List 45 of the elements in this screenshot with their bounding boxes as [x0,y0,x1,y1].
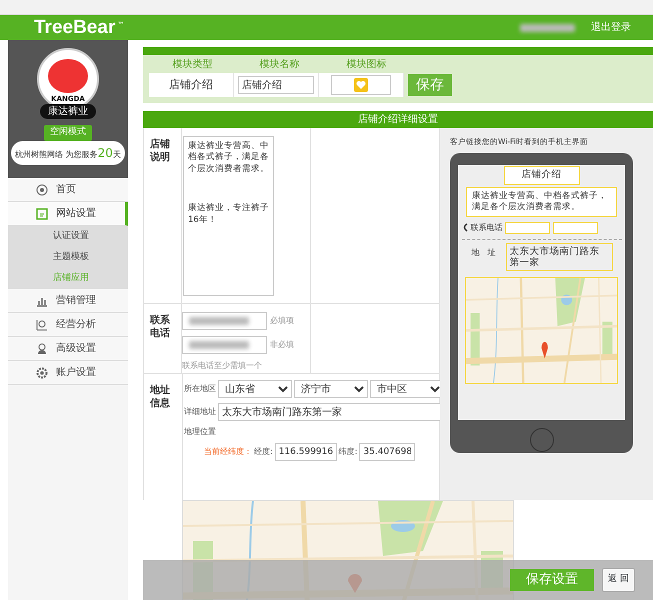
phone-field[interactable] [182,312,267,330]
icon-picker[interactable] [331,75,391,95]
section-title: 店铺介绍详细设置 [143,111,653,128]
submenu-item[interactable]: 主题模板 [8,247,128,268]
module-name-field[interactable]: 店铺介绍 [238,76,314,94]
user-icon [36,318,48,330]
target-icon [36,184,48,196]
city-select[interactable]: 济宁市 [294,380,368,398]
longitude-field[interactable]: 116.599916 [274,443,337,461]
back-button[interactable]: 返 回 [602,568,635,592]
preview-description: 康达裤业专营高、中档各式裤子，满足各个层次消费者需求。 [466,186,617,217]
field-label: 经度: [254,446,273,458]
field-label: 详细地址 [184,406,216,418]
field-label: 地 址 [470,246,496,259]
settings-icon [36,366,48,378]
column-header: 模块类型 [172,58,214,72]
submenu-item[interactable]: 认证设置 [8,226,128,247]
column-header: 模块名称 [258,58,300,72]
field-label: 联系电话 [150,314,171,340]
mode-badge: 空闲模式 [44,125,92,140]
field-label: 地理位置 [184,426,216,438]
address-field[interactable]: 太东大市场南门路东第一家 [218,403,441,421]
table-cell: 店铺介绍 [149,73,234,97]
menu-item[interactable]: 网站设置 [8,202,128,226]
description-field[interactable]: 康达裤业专营高、中档各式裤子，满足各个层次消费者需求。 康达裤业，专注裤子16年！ [183,136,274,296]
phone-field[interactable] [182,336,267,354]
field-label: 地址信息 [150,384,171,410]
field-label: 所在地区 [184,383,216,395]
preview-title: 店铺介绍 [504,166,580,184]
heart-icon [354,78,368,92]
field-label: 纬度: [338,446,358,458]
field-label: 联系电话 [470,222,502,234]
field-label: 当前经纬度： [204,446,252,458]
helper-text: 联系电话至少需填一个 [182,360,263,372]
preview-address: 太东大市场南门路东第一家 [506,242,612,272]
province-select[interactable]: 山东省 [218,380,292,398]
phone-icon [462,223,468,232]
document-icon [36,208,48,220]
latitude-field[interactable]: 35.407698 [359,443,416,461]
field-hint: 非必填 [270,339,294,351]
service-text: 杭州树熊网络 为您服务20天 [11,140,125,164]
column-header: 模块图标 [346,58,388,72]
field-hint: 必填项 [270,315,294,327]
field-label: 店铺说明 [150,138,171,164]
user-icon [36,342,48,354]
